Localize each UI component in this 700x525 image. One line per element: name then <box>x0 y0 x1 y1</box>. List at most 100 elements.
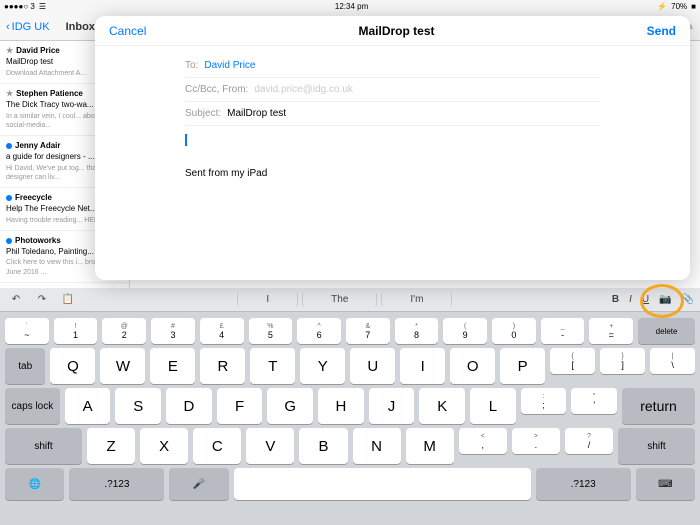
clock: 12:34 pm <box>335 2 368 11</box>
unread-dot-icon <box>6 195 12 201</box>
battery-icon: ■ <box>691 2 696 11</box>
cc-value: david.price@idg.co.uk <box>254 84 353 95</box>
key[interactable]: )0 <box>492 318 536 344</box>
key[interactable]: R <box>200 348 245 384</box>
key[interactable]: D <box>166 388 212 424</box>
delete-key[interactable]: delete <box>638 318 695 344</box>
key[interactable]: B <box>299 428 347 464</box>
sender: Stephen Patience <box>16 89 83 99</box>
return-key[interactable]: return <box>622 388 695 424</box>
key[interactable]: }] <box>600 348 645 374</box>
camera-icon[interactable]: 📷 <box>659 294 671 305</box>
key[interactable]: Q <box>50 348 95 384</box>
key[interactable]: U <box>350 348 395 384</box>
key[interactable]: L <box>470 388 516 424</box>
key[interactable]: £4 <box>200 318 244 344</box>
text-cursor <box>185 134 187 146</box>
numkey[interactable]: .?123 <box>536 468 631 500</box>
key[interactable]: I <box>400 348 445 384</box>
tab-key[interactable]: tab <box>5 348 45 384</box>
cc-label: Cc/Bcc, From: <box>185 84 248 95</box>
globe-key[interactable]: 🌐 <box>5 468 64 500</box>
key[interactable]: _- <box>541 318 585 344</box>
compose-modal: Cancel MailDrop test Send To: David Pric… <box>95 16 690 280</box>
key[interactable]: N <box>353 428 401 464</box>
cancel-button[interactable]: Cancel <box>109 24 146 38</box>
italic-button[interactable]: I <box>629 294 632 305</box>
key[interactable]: E <box>150 348 195 384</box>
suggestion[interactable]: I <box>237 292 298 307</box>
key[interactable]: X <box>140 428 188 464</box>
key[interactable]: {[ <box>550 348 595 374</box>
hide-keyboard-key[interactable]: ⌨ <box>636 468 695 500</box>
key[interactable]: K <box>419 388 465 424</box>
undo-icon[interactable]: ↶ <box>6 291 26 309</box>
key[interactable]: F <box>217 388 263 424</box>
key[interactable]: C <box>193 428 241 464</box>
key[interactable]: S <box>115 388 161 424</box>
subject-field[interactable]: Subject: MailDrop test <box>185 102 600 126</box>
space-key[interactable] <box>234 468 531 500</box>
to-label: To: <box>185 60 198 71</box>
key[interactable]: %5 <box>249 318 293 344</box>
send-button[interactable]: Send <box>647 24 676 38</box>
key[interactable]: W <box>100 348 145 384</box>
key[interactable]: &7 <box>346 318 390 344</box>
key[interactable]: (9 <box>443 318 487 344</box>
to-field[interactable]: To: David Price <box>185 54 600 78</box>
cc-field[interactable]: Cc/Bcc, From: david.price@idg.co.uk <box>185 78 600 102</box>
key[interactable]: A <box>65 388 111 424</box>
key[interactable]: :; <box>521 388 567 414</box>
keyboard: ↶ ↷ 📋 I The I'm B I U 📷 📎 `~!1@2#3£4%5^6… <box>0 288 700 525</box>
key[interactable]: H <box>318 388 364 424</box>
suggestion[interactable]: The <box>302 292 377 307</box>
key[interactable]: Y <box>300 348 345 384</box>
unread-dot-icon <box>6 143 12 149</box>
key[interactable]: P <box>500 348 545 384</box>
capslock-key[interactable]: caps lock <box>5 388 60 424</box>
underline-button[interactable]: U <box>642 294 649 305</box>
star-icon: ★ <box>6 46 13 56</box>
sender: Freecycle <box>15 193 52 203</box>
key[interactable]: *8 <box>395 318 439 344</box>
unread-dot-icon <box>6 238 12 244</box>
key[interactable]: M <box>406 428 454 464</box>
status-bar: ●●●●○ 3 ☰ 12:34 pm ⚡ 70% ■ <box>0 0 700 13</box>
key[interactable]: "' <box>571 388 617 414</box>
key[interactable]: V <box>246 428 294 464</box>
key[interactable]: O <box>450 348 495 384</box>
mic-key[interactable]: 🎤 <box>169 468 228 500</box>
chevron-left-icon: ‹ <box>6 21 10 33</box>
shift-key[interactable]: shift <box>618 428 695 464</box>
redo-icon[interactable]: ↷ <box>32 291 52 309</box>
subject-value: MailDrop test <box>227 108 286 119</box>
key[interactable]: @2 <box>102 318 146 344</box>
body-field[interactable]: Sent from my iPad <box>185 126 600 179</box>
key[interactable]: ^6 <box>297 318 341 344</box>
bluetooth-icon: ⚡ <box>657 2 667 11</box>
suggestion[interactable]: I'm <box>381 292 452 307</box>
key[interactable]: += <box>589 318 633 344</box>
key[interactable]: `~ <box>5 318 49 344</box>
key[interactable]: <, <box>459 428 507 454</box>
shift-key[interactable]: shift <box>5 428 82 464</box>
attachment-icon[interactable]: 📎 <box>682 294 694 305</box>
key[interactable]: |\ <box>650 348 695 374</box>
key[interactable]: J <box>369 388 415 424</box>
key[interactable]: !1 <box>54 318 98 344</box>
bold-button[interactable]: B <box>612 294 619 305</box>
key[interactable]: T <box>250 348 295 384</box>
key[interactable]: ?/ <box>565 428 613 454</box>
sender: Jenny Adair <box>15 141 61 151</box>
key[interactable]: Z <box>87 428 135 464</box>
key[interactable]: G <box>267 388 313 424</box>
to-value: David Price <box>204 60 255 71</box>
wifi-icon: ☰ <box>39 2 46 11</box>
key[interactable]: >. <box>512 428 560 454</box>
key[interactable]: #3 <box>151 318 195 344</box>
nav-title: Inbox <box>66 21 95 33</box>
numkey[interactable]: .?123 <box>69 468 164 500</box>
clipboard-icon[interactable]: 📋 <box>58 291 78 309</box>
back-button[interactable]: ‹ IDG UK <box>6 21 50 33</box>
sender: Photoworks <box>15 236 61 246</box>
